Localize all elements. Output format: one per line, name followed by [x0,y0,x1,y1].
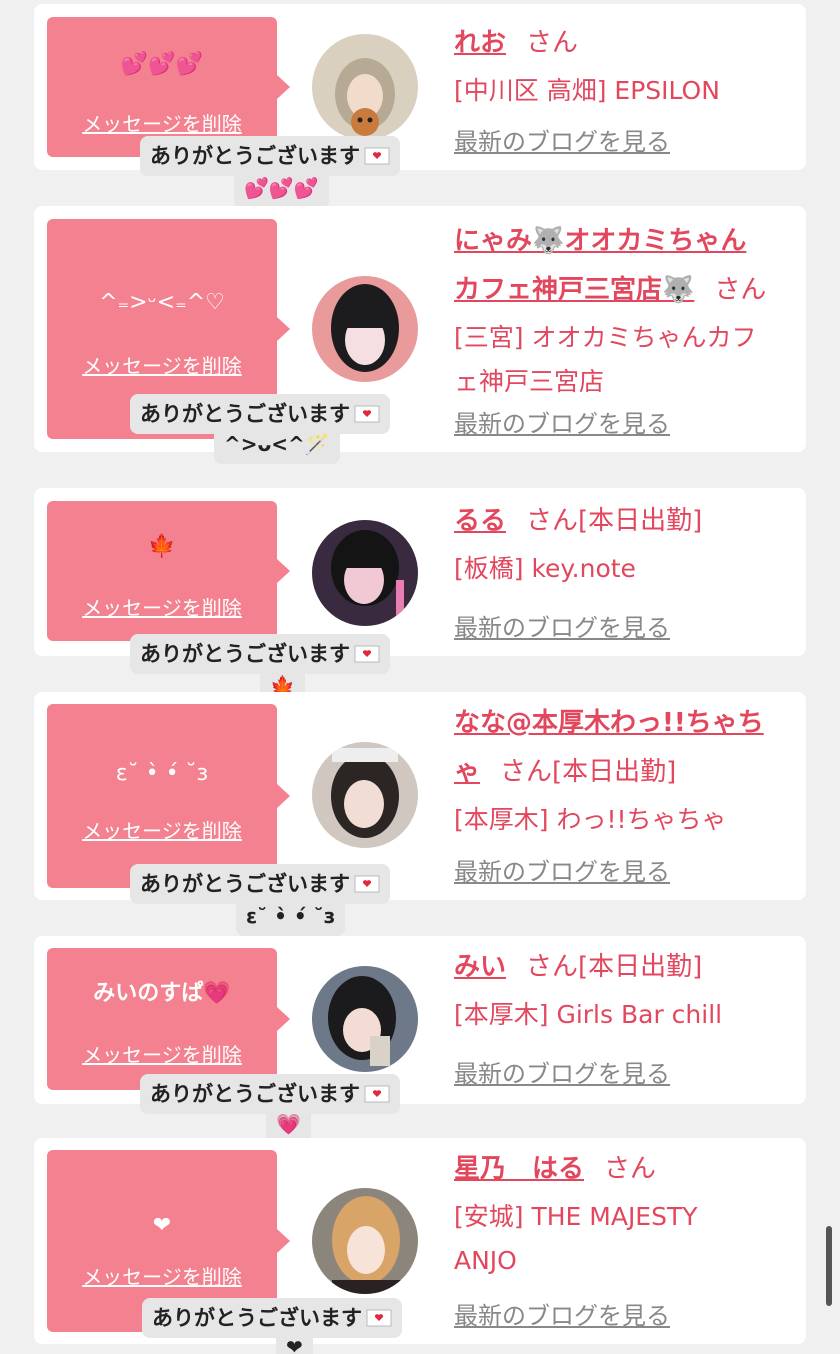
work-today-label: [本日出勤] [578,506,703,536]
girl-info: るる さん[本日出勤] [板橋] key.note [454,498,794,591]
thanks-label: ありがとうございます [140,642,350,666]
thanks-label: ありがとうございます [150,144,360,168]
girl-info: れお さん [中川区 高畑] EPSILON [454,20,794,113]
latest-blog-link[interactable]: 最新のブログを見る [454,404,670,439]
delete-message-link[interactable]: メッセージを削除 [47,111,277,137]
envelope-heart-icon [354,875,380,893]
latest-blog-link[interactable]: 最新のブログを見る [454,1054,670,1089]
avatar[interactable] [312,276,418,382]
san-label: さん [500,757,553,787]
girl-info: にゃみ🐺オオカミちゃん カフェ神戸三宮店🐺 さん [三宮] オオカミちゃんカフ ェ… [454,218,794,404]
avatar[interactable] [312,966,418,1072]
avatar[interactable] [312,34,418,140]
girl-name-link[interactable]: れお [454,28,506,58]
girl-info: 星乃 はる さん [安城] THE MAJESTY ANJO [454,1146,794,1283]
work-today-label: [本日出勤] [552,757,677,787]
shop-info: [板橋] key.note [454,554,636,583]
girl-name-link[interactable]: なな@本厚木わっ!!ちゃち [454,708,764,738]
girl-name-link[interactable]: ゃ [454,757,480,787]
san-label: さん [526,28,579,58]
shop-info: ェ神戸三宮店 [454,367,605,396]
reply-emoji: ❤ [276,1330,313,1354]
message-text: 💕💕💕 [120,52,204,77]
delete-message-link[interactable]: メッセージを削除 [47,353,277,379]
envelope-heart-icon [354,645,380,663]
thanks-badge: ありがとうございます [142,1298,402,1338]
message-text: ❤ [152,1213,172,1238]
avatar[interactable] [312,1188,418,1294]
envelope-heart-icon [364,1085,390,1103]
girl-name-link[interactable]: みい [454,952,506,982]
reply-emoji: 💕💕💕 [234,168,329,208]
message-text: ^₌>ᵕ<₌^♡ [99,290,225,315]
latest-blog-link[interactable]: 最新のブログを見る [454,608,670,643]
girl-info: なな@本厚木わっ!!ちゃち ゃさん[本日出勤] [本厚木] わっ!!ちゃちゃ [454,700,794,842]
envelope-heart-icon [354,405,380,423]
girl-name-link[interactable]: にゃみ🐺オオカミちゃん [454,226,746,256]
thanks-label: ありがとうございます [150,1082,360,1106]
delete-message-link[interactable]: メッセージを削除 [47,1042,277,1068]
girl-info: みい さん[本日出勤] [本厚木] Girls Bar chill [454,944,794,1037]
thanks-label: ありがとうございます [140,402,350,426]
message-bubble: みいのすぱ💗 メッセージを削除 [47,948,290,1090]
girl-name-link[interactable]: 星乃 はる [454,1154,584,1184]
san-label: さん [526,506,579,536]
message-bubble: 🍁 メッセージを削除 [47,501,290,641]
san-label: さん [714,275,767,305]
message-text: ε˘ •̀ •́ ˘з [115,761,209,786]
girl-name-link[interactable]: るる [454,506,506,536]
message-text: 🍁 [148,534,176,559]
reply-emoji: ε˘ •̀ •́ ˘з [236,896,346,936]
envelope-heart-icon [366,1309,392,1327]
thanks-label: ありがとうございます [140,872,350,896]
san-label: さん [526,952,579,982]
envelope-heart-icon [364,147,390,165]
shop-info: [本厚木] わっ!!ちゃちゃ [454,805,727,834]
message-card: 🍁 メッセージを削除 るる さん[本日出勤] [板橋] key.note 最新のブ… [34,488,806,656]
delete-message-link[interactable]: メッセージを削除 [47,595,277,621]
thanks-label: ありがとうございます [152,1306,362,1330]
shop-info: [安城] THE MAJESTY [454,1202,698,1231]
message-bubble: ε˘ •̀ •́ ˘з メッセージを削除 [47,704,290,888]
scrollbar[interactable] [826,1226,832,1306]
avatar[interactable] [312,742,418,848]
reply-emoji: ^>ᴗ<^🪄 [214,424,340,464]
work-today-label: [本日出勤] [578,952,703,982]
message-text: みいのすぱ💗 [93,981,231,1006]
shop-info: [中川区 高畑] EPSILON [454,76,720,105]
latest-blog-link[interactable]: 最新のブログを見る [454,1296,670,1331]
shop-info: [本厚木] Girls Bar chill [454,1000,723,1029]
shop-info: ANJO [454,1246,517,1275]
delete-message-link[interactable]: メッセージを削除 [47,818,277,844]
latest-blog-link[interactable]: 最新のブログを見る [454,852,670,887]
avatar[interactable] [312,520,418,626]
shop-info: [三宮] オオカミちゃんカフ [454,323,757,352]
san-label: さん [604,1154,657,1184]
girl-name-link[interactable]: カフェ神戸三宮店🐺 [454,275,694,305]
delete-message-link[interactable]: メッセージを削除 [47,1264,277,1290]
thanks-badge: ありがとうございます [130,634,390,674]
latest-blog-link[interactable]: 最新のブログを見る [454,122,670,157]
